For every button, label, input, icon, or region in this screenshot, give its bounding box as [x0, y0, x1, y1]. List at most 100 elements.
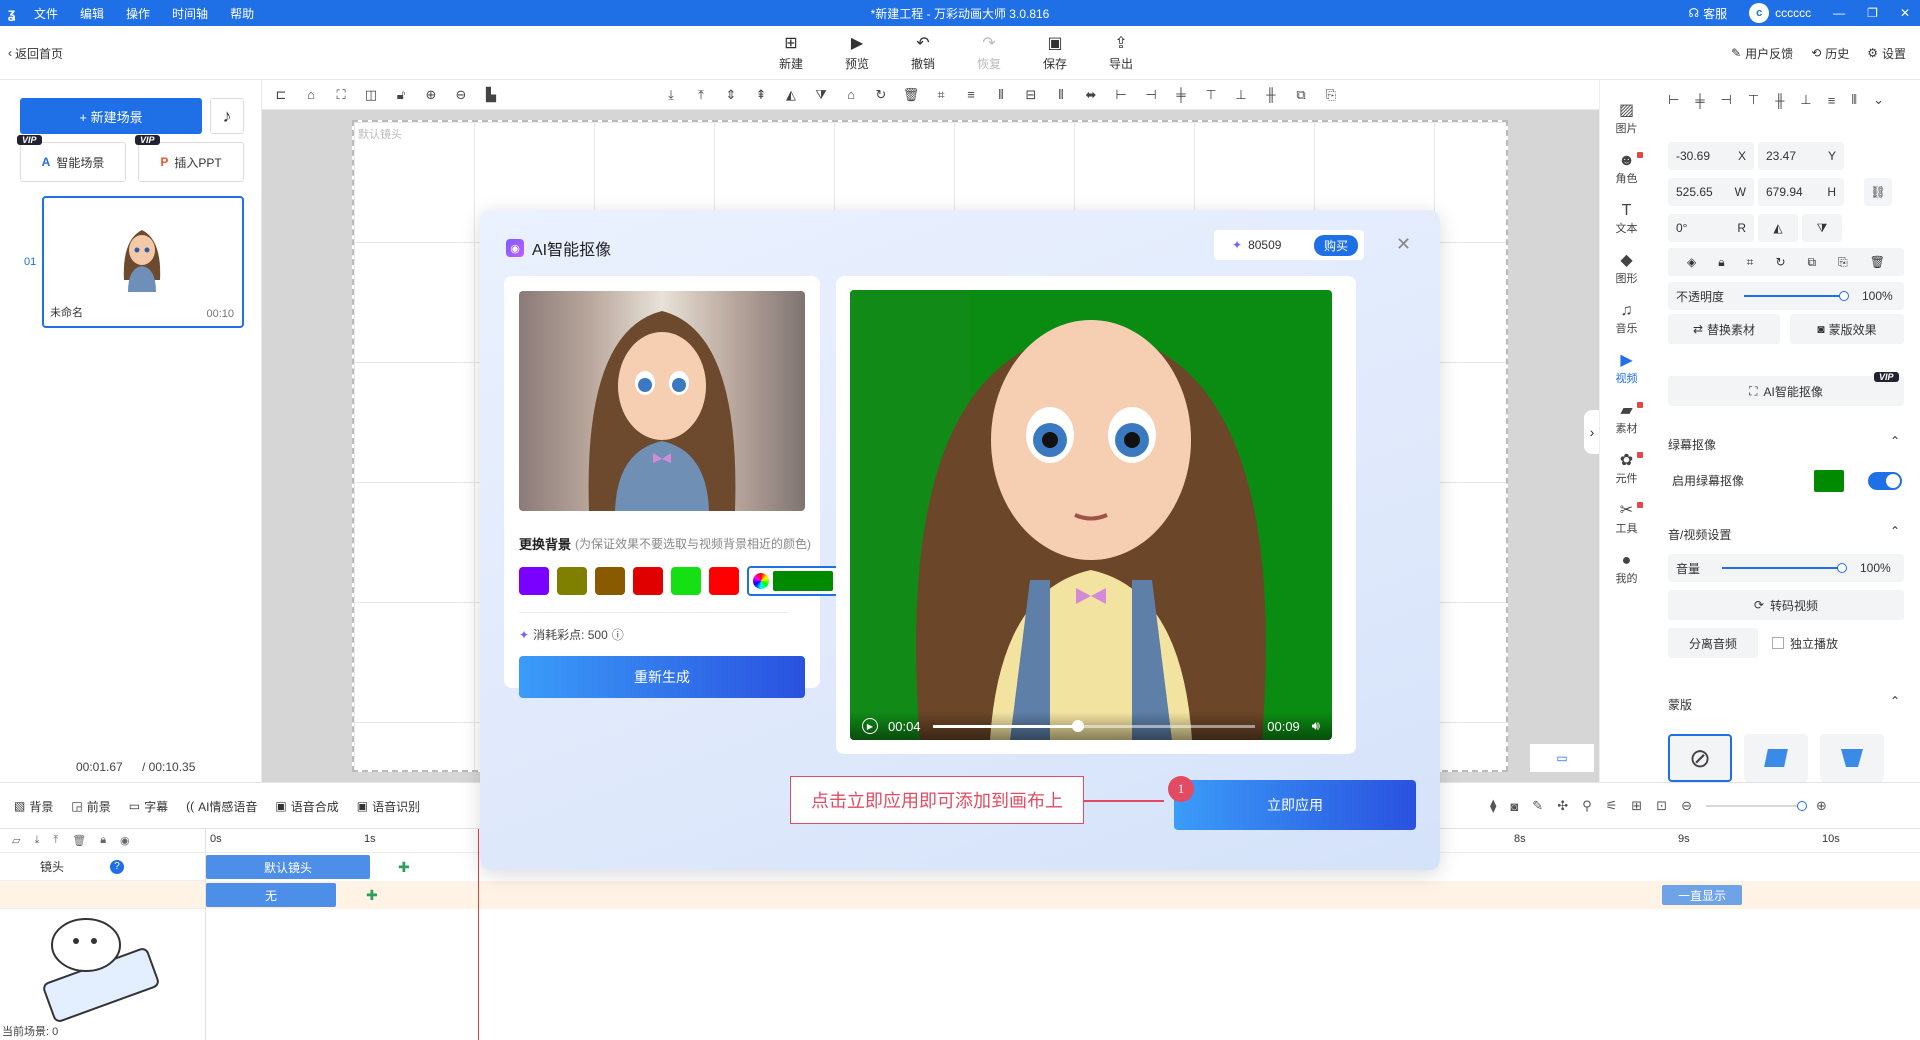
flip-h-icon[interactable]: ◭	[1758, 214, 1798, 242]
copy-icon[interactable]: ⧉	[1808, 255, 1817, 270]
color-swatch-purple[interactable]	[519, 567, 549, 595]
save-button[interactable]: ▣ 保存	[1022, 26, 1088, 80]
color-swatch-brown[interactable]	[595, 567, 625, 595]
align-left-icon[interactable]: ⊢	[1668, 92, 1679, 108]
collapse-panel-icon[interactable]: ›	[1584, 410, 1600, 454]
tab-subtitle[interactable]: ▭ 字幕	[129, 798, 168, 815]
tab-background[interactable]: ▧ 背景	[14, 798, 53, 815]
trash-icon[interactable]: 🗑︎	[72, 834, 86, 847]
copy-icon[interactable]: ⧉	[1286, 80, 1316, 110]
new-button[interactable]: ⊞ 新建	[758, 26, 824, 80]
collapse-icon[interactable]: ⌃	[1890, 434, 1900, 448]
close-icon[interactable]: ✕	[1900, 6, 1910, 20]
tab-tool[interactable]: ✂ 工具	[1600, 494, 1653, 544]
top-edge-icon[interactable]: ⊤	[1196, 80, 1226, 110]
play-icon[interactable]: ▶	[862, 718, 878, 734]
y-field[interactable]: 23.47 Y	[1758, 142, 1844, 170]
mask-none-icon[interactable]: ⊘	[1668, 734, 1732, 782]
close-icon[interactable]: ✕	[1396, 234, 1411, 255]
fit-icon[interactable]: ⛶	[326, 80, 356, 110]
edit-icon[interactable]: ✎	[1532, 798, 1543, 814]
tab-material[interactable]: ▰ 素材	[1600, 394, 1653, 444]
rotate-icon[interactable]: ↻	[1775, 255, 1785, 269]
feedback-button[interactable]: ✎ 用户反馈	[1731, 45, 1793, 62]
camera-clip[interactable]: 默认镜头	[206, 855, 370, 879]
flip-v-icon[interactable]: ⧩	[806, 80, 836, 110]
align-middle-icon[interactable]: ⇕	[716, 80, 746, 110]
menu-help[interactable]: 帮助	[230, 5, 254, 22]
height-field[interactable]: 679.94 H	[1758, 178, 1844, 206]
info-icon[interactable]: ⓘ	[612, 626, 624, 643]
color-swatch-olive[interactable]	[557, 567, 587, 595]
align-right-icon[interactable]: ⊣	[1136, 80, 1166, 110]
stay-clip[interactable]: 一直显示	[1662, 885, 1742, 905]
tab-music[interactable]: ♫ 音乐	[1600, 294, 1653, 344]
color-swatch-red[interactable]	[709, 567, 739, 595]
minimize-icon[interactable]: —	[1833, 6, 1845, 20]
center-h-icon[interactable]: ╪	[1166, 80, 1196, 110]
filter-icon[interactable]: ⚲	[1582, 798, 1592, 814]
custom-color-picker[interactable]	[747, 566, 839, 596]
add-keyframe-icon[interactable]: ✚	[398, 859, 410, 876]
format-painter-icon[interactable]: ⊏	[266, 80, 296, 110]
distribute-v-icon[interactable]: ⦀	[1851, 92, 1857, 108]
redo-button[interactable]: ↷ 恢复	[956, 26, 1022, 80]
camera-icon[interactable]: ◫	[356, 80, 386, 110]
add-keyframe-icon[interactable]: ✚	[366, 887, 378, 904]
paste-icon[interactable]: ⎘	[1316, 80, 1346, 110]
camera-icon[interactable]: ◙	[1510, 799, 1518, 814]
back-home-button[interactable]: ‹ 返回首页	[8, 26, 63, 80]
menu-edit[interactable]: 编辑	[80, 5, 104, 22]
history-button[interactable]: ⟲ 历史	[1811, 45, 1849, 62]
menu-operate[interactable]: 操作	[126, 5, 150, 22]
same-width-icon[interactable]: ⬌	[1076, 80, 1106, 110]
solo-checkbox[interactable]: 独立播放	[1772, 628, 1838, 658]
collapse-icon[interactable]: ⌃	[1890, 694, 1900, 708]
align-vcenter-icon[interactable]: ╫	[1775, 93, 1784, 108]
middle-edge-icon[interactable]: ╫	[1256, 80, 1286, 110]
layer-icon[interactable]: ◈	[1687, 255, 1696, 269]
scene-card[interactable]: 未命名 00:10	[42, 196, 244, 328]
green-toggle[interactable]	[1868, 472, 1902, 490]
menu-file[interactable]: 文件	[34, 5, 58, 22]
folder-icon[interactable]: ▱	[12, 834, 20, 847]
transcode-button[interactable]: ⟳ 转码视频	[1668, 590, 1904, 620]
camera-track-header[interactable]: 镜头 ?	[0, 853, 205, 881]
opacity-slider[interactable]	[1744, 291, 1849, 301]
align-right-icon[interactable]: ⊣	[1721, 92, 1732, 108]
flip-h-icon[interactable]: ◭	[776, 80, 806, 110]
tab-component[interactable]: ✿ 元件	[1600, 444, 1653, 494]
mask-effect-button[interactable]: ◙ 蒙版效果	[1790, 314, 1904, 344]
move-down-icon[interactable]: ⤓	[34, 834, 39, 847]
new-scene-button[interactable]: + 新建场景	[20, 98, 202, 134]
crop-icon[interactable]: ⌗	[926, 80, 956, 110]
menu-timeline[interactable]: 时间轴	[172, 5, 208, 22]
paste-icon[interactable]: ⎘	[1838, 255, 1848, 270]
rotation-field[interactable]: 0° R	[1668, 214, 1754, 242]
align-top-icon[interactable]: ⤒	[686, 80, 716, 110]
zoom-out-icon[interactable]: ⊖	[446, 80, 476, 110]
volume-icon[interactable]: 🔊︎	[1312, 718, 1320, 734]
collapse-icon[interactable]: ⌃	[1890, 524, 1900, 538]
align-bottom-icon[interactable]: ⤓	[656, 80, 686, 110]
distribute-v-icon[interactable]: ⦀	[986, 80, 1016, 110]
fit-icon[interactable]: ⊞	[1631, 798, 1642, 814]
lock-icon[interactable]: 🔒︎	[100, 834, 106, 847]
playhead[interactable]	[478, 829, 479, 1040]
tab-text[interactable]: T 文本	[1600, 194, 1653, 244]
replace-material-button[interactable]: ⇄ 替换素材	[1668, 314, 1780, 344]
trash-icon[interactable]: 🗑︎	[1870, 255, 1885, 269]
space-h-icon[interactable]: ⊟	[1016, 80, 1046, 110]
zoom-slider[interactable]	[1706, 801, 1808, 811]
lock-icon[interactable]: 🔒︎	[1718, 255, 1724, 270]
zoom-in-icon[interactable]: ⊕	[416, 80, 446, 110]
ai-matting-button[interactable]: ⛶ AI智能抠像	[1668, 376, 1904, 406]
smart-scene-button[interactable]: VIP A 智能场景	[17, 135, 126, 182]
regenerate-button[interactable]: 重新生成	[519, 656, 805, 698]
lock-icon[interactable]: 🔓︎	[386, 80, 416, 110]
support-button[interactable]: ☊ 客服	[1688, 5, 1727, 22]
align-center-icon[interactable]: ⇞	[746, 80, 776, 110]
home-icon[interactable]: ⌂	[296, 80, 326, 110]
rotate-icon[interactable]: ↻	[866, 80, 896, 110]
color-swatch-green[interactable]	[671, 567, 701, 595]
